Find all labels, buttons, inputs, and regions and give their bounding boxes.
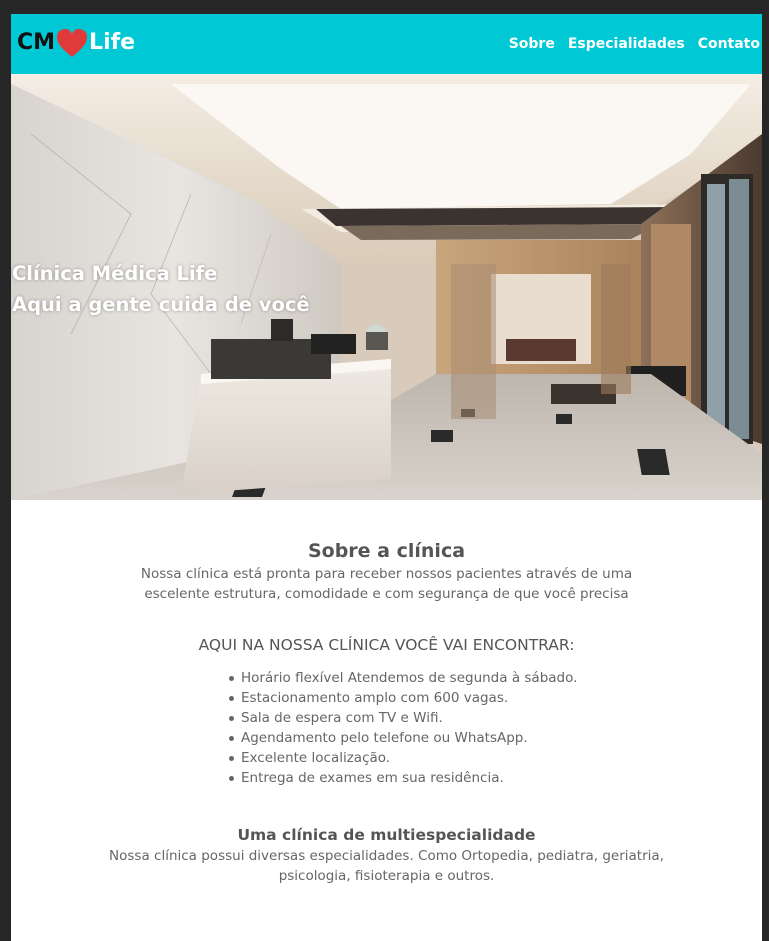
list-item: Agendamento pelo telefone ou WhatsApp. (229, 728, 669, 748)
multispecialty-title: Uma clínica de multiespecialidade (237, 826, 536, 844)
site-header: CM Life Sobre Especialidades Contato (11, 14, 762, 74)
logo-cm-text: CM (17, 30, 56, 55)
main-nav: Sobre Especialidades Contato (509, 36, 760, 52)
hero-banner: Clínica Médica Life Aqui a gente cuida d… (11, 74, 762, 500)
feature-list: Horário flexível Atendemos de segunda à … (229, 668, 669, 788)
main-content: Sobre a clínica Nossa clínica está pront… (11, 500, 762, 886)
features-heading: AQUI NA NOSSA CLÍNICA VOCÊ VAI ENCONTRAR… (198, 636, 575, 654)
about-text: Nossa clínica está pronta para receber n… (140, 566, 633, 602)
list-item: Sala de espera com TV e Wifi. (229, 708, 669, 728)
list-item: Excelente localização. (229, 748, 669, 768)
multispecialty-text: Nossa clínica possui diversas especialid… (109, 848, 664, 884)
nav-link-sobre[interactable]: Sobre (509, 36, 555, 52)
nav-link-especialidades[interactable]: Especialidades (568, 36, 685, 52)
about-title: Sobre a clínica (307, 540, 466, 562)
hero-tagline: Aqui a gente cuida de você (12, 293, 310, 316)
hero-heading: Clínica Médica Life Aqui a gente cuida d… (12, 258, 310, 320)
page-frame: CM Life Sobre Especialidades Contato Clí… (11, 14, 762, 941)
list-item: Estacionamento amplo com 600 vagas. (229, 688, 669, 708)
list-item: Horário flexível Atendemos de segunda à … (229, 668, 669, 688)
list-item: Entrega de exames em sua residência. (229, 768, 669, 788)
logo-life-text: Life (89, 30, 136, 55)
heart-icon (57, 29, 88, 57)
nav-link-contato[interactable]: Contato (698, 36, 760, 52)
hero-title: Clínica Médica Life (12, 262, 218, 285)
logo[interactable]: CM Life (17, 26, 135, 60)
